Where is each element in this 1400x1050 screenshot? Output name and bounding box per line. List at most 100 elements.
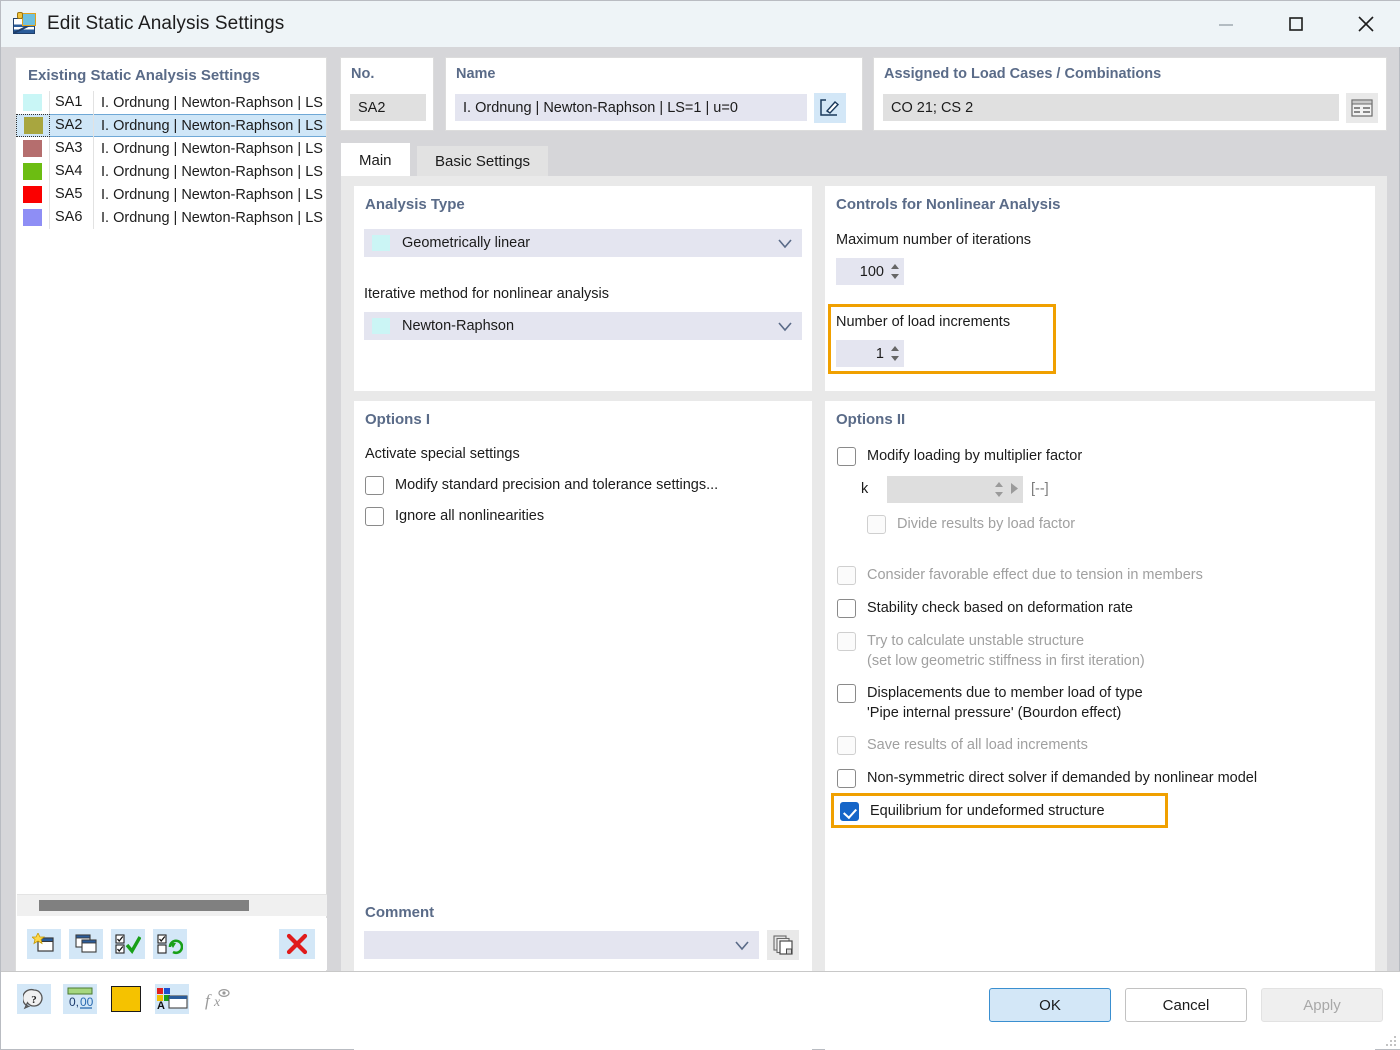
new-item-icon[interactable] bbox=[27, 929, 61, 959]
analysis-type-value: Geometrically linear bbox=[402, 235, 530, 251]
checkbox-label: Non-symmetric direct solver if demanded … bbox=[867, 768, 1257, 788]
svg-text:?: ? bbox=[31, 994, 37, 1006]
checkbox-equilibrium-undeformed[interactable]: Equilibrium for undeformed structure bbox=[840, 801, 1105, 821]
edit-pencil-icon[interactable] bbox=[814, 93, 846, 123]
checkbox-box[interactable] bbox=[837, 566, 856, 585]
checkbox-label: Modify standard precision and tolerance … bbox=[395, 475, 718, 495]
color-swatch-fill bbox=[23, 140, 42, 157]
check-all-icon[interactable] bbox=[111, 929, 145, 959]
list-item-id: SA1 bbox=[50, 91, 94, 114]
color-swatch[interactable] bbox=[16, 206, 50, 229]
comment-title: Comment bbox=[354, 894, 812, 921]
checkbox-divide-results-load-factor[interactable]: Divide results by load factor bbox=[867, 514, 1075, 534]
checkbox-box[interactable] bbox=[837, 769, 856, 788]
tab-main[interactable]: Main bbox=[341, 143, 410, 177]
status-icon-group: ? 0, 00 A bbox=[17, 984, 235, 1014]
checkbox-ignore-nonlinearities[interactable]: Ignore all nonlinearities bbox=[365, 506, 544, 526]
name-input[interactable]: I. Ordnung | Newton-Raphson | LS=1 | u=0 bbox=[455, 94, 807, 121]
tab-basic-settings[interactable]: Basic Settings bbox=[417, 146, 548, 176]
checkbox-box[interactable] bbox=[837, 736, 856, 755]
color-swatch[interactable] bbox=[16, 114, 50, 137]
checkbox-save-all-load-increments[interactable]: Save results of all load increments bbox=[837, 735, 1088, 755]
checkbox-box[interactable] bbox=[837, 632, 856, 651]
stepper-expand-icon[interactable] bbox=[1010, 482, 1019, 498]
checkbox-box[interactable] bbox=[837, 684, 856, 703]
maximize-button[interactable] bbox=[1261, 1, 1331, 47]
duplicate-item-icon[interactable] bbox=[69, 929, 103, 959]
checkbox-modify-precision[interactable]: Modify standard precision and tolerance … bbox=[365, 475, 718, 495]
resize-grip[interactable] bbox=[1385, 1034, 1397, 1046]
load-increments-stepper[interactable]: 1 bbox=[836, 340, 904, 367]
delete-item-icon[interactable] bbox=[279, 929, 315, 959]
list-item[interactable]: SA5I. Ordnung | Newton-Raphson | LS bbox=[16, 183, 326, 206]
copy-pages-icon[interactable] bbox=[767, 930, 799, 960]
scrollbar-thumb[interactable] bbox=[39, 900, 249, 911]
tab-content-main: Analysis Type Geometrically linear Itera… bbox=[341, 176, 1387, 973]
checkbox-box[interactable] bbox=[837, 447, 856, 466]
iterative-method-swatch bbox=[372, 318, 390, 334]
color-swatch-icon[interactable] bbox=[109, 984, 143, 1014]
checkbox-box[interactable] bbox=[365, 507, 384, 526]
max-iterations-stepper[interactable]: 100 bbox=[836, 258, 904, 285]
checkbox-label: Consider favorable effect due to tension… bbox=[867, 565, 1203, 585]
formula-icon[interactable]: f x bbox=[201, 984, 235, 1014]
help-icon[interactable]: ? bbox=[17, 984, 51, 1014]
minimize-button[interactable] bbox=[1191, 1, 1261, 47]
list-item[interactable]: SA4I. Ordnung | Newton-Raphson | LS bbox=[16, 160, 326, 183]
stepper-arrows-icon[interactable] bbox=[994, 482, 1004, 497]
checkbox-label: Divide results by load factor bbox=[897, 514, 1075, 534]
cancel-button[interactable]: Cancel bbox=[1125, 988, 1247, 1022]
list-item[interactable]: SA3I. Ordnung | Newton-Raphson | LS bbox=[16, 137, 326, 160]
list-item-id: SA3 bbox=[50, 137, 94, 160]
load-increments-label: Number of load increments bbox=[836, 314, 1010, 330]
dialog-window: Edit Static Analysis Settings Existing S… bbox=[0, 0, 1400, 1050]
checkbox-box[interactable] bbox=[840, 802, 859, 821]
stepper-arrows-icon[interactable] bbox=[890, 264, 900, 279]
refresh-selection-icon[interactable] bbox=[153, 929, 187, 959]
chevron-down-icon bbox=[778, 237, 792, 253]
checkbox-box[interactable] bbox=[365, 476, 384, 495]
color-swatch[interactable] bbox=[16, 91, 50, 114]
checkbox-consider-favorable-tension[interactable]: Consider favorable effect due to tension… bbox=[837, 565, 1203, 585]
color-swatch[interactable] bbox=[16, 160, 50, 183]
checkbox-nonsymmetric-solver[interactable]: Non-symmetric direct solver if demanded … bbox=[837, 768, 1257, 788]
title-bar: Edit Static Analysis Settings bbox=[1, 1, 1400, 47]
color-swatch[interactable] bbox=[16, 183, 50, 206]
options-i-title: Options I bbox=[354, 401, 812, 428]
list-item-description: I. Ordnung | Newton-Raphson | LS bbox=[94, 118, 323, 134]
analysis-type-swatch bbox=[372, 235, 390, 251]
checkbox-stability-check[interactable]: Stability check based on deformation rat… bbox=[837, 598, 1133, 618]
k-stepper[interactable] bbox=[887, 476, 1023, 503]
table-list-icon[interactable] bbox=[1346, 93, 1378, 123]
display-properties-icon[interactable]: A bbox=[155, 984, 189, 1014]
checkbox-box[interactable] bbox=[867, 515, 886, 534]
comment-input[interactable] bbox=[364, 931, 759, 959]
list-item[interactable]: SA1I. Ordnung | Newton-Raphson | LS bbox=[16, 91, 326, 114]
list-horizontal-scrollbar[interactable] bbox=[17, 894, 327, 916]
decimal-places-icon[interactable]: 0, 00 bbox=[63, 984, 97, 1014]
color-swatch[interactable] bbox=[16, 137, 50, 160]
svg-text:A: A bbox=[157, 1000, 165, 1011]
controls-nonlinear-card: Controls for Nonlinear Analysis Maximum … bbox=[825, 186, 1375, 391]
checkbox-label: Try to calculate unstable structure(set … bbox=[867, 631, 1145, 671]
checkbox-try-unstable-structure[interactable]: Try to calculate unstable structure(set … bbox=[837, 631, 1145, 671]
name-panel: Name I. Ordnung | Newton-Raphson | LS=1 … bbox=[445, 57, 863, 131]
controls-title: Controls for Nonlinear Analysis bbox=[825, 186, 1375, 213]
analysis-type-title: Analysis Type bbox=[354, 186, 812, 213]
no-label: No. bbox=[341, 58, 433, 82]
list-item[interactable]: SA2I. Ordnung | Newton-Raphson | LS bbox=[16, 114, 326, 137]
ok-button[interactable]: OK bbox=[989, 988, 1111, 1022]
close-button[interactable] bbox=[1331, 1, 1400, 47]
checkbox-label: Displacements due to member load of type… bbox=[867, 683, 1143, 723]
checkbox-displacements-bourdon[interactable]: Displacements due to member load of type… bbox=[837, 683, 1143, 723]
bottom-bar: ? 0, 00 A bbox=[1, 971, 1400, 1049]
checkbox-label: Save results of all load increments bbox=[867, 735, 1088, 755]
list-item[interactable]: SA6I. Ordnung | Newton-Raphson | LS bbox=[16, 206, 326, 229]
checkbox-modify-loading-multiplier[interactable]: Modify loading by multiplier factor bbox=[837, 446, 1082, 466]
stepper-arrows-icon[interactable] bbox=[890, 346, 900, 361]
iterative-method-select[interactable]: Newton-Raphson bbox=[364, 312, 802, 340]
color-swatch-fill bbox=[23, 163, 42, 180]
existing-settings-list[interactable]: SA1I. Ordnung | Newton-Raphson | LSSA2I.… bbox=[16, 91, 326, 229]
checkbox-box[interactable] bbox=[837, 599, 856, 618]
analysis-type-select[interactable]: Geometrically linear bbox=[364, 229, 802, 257]
